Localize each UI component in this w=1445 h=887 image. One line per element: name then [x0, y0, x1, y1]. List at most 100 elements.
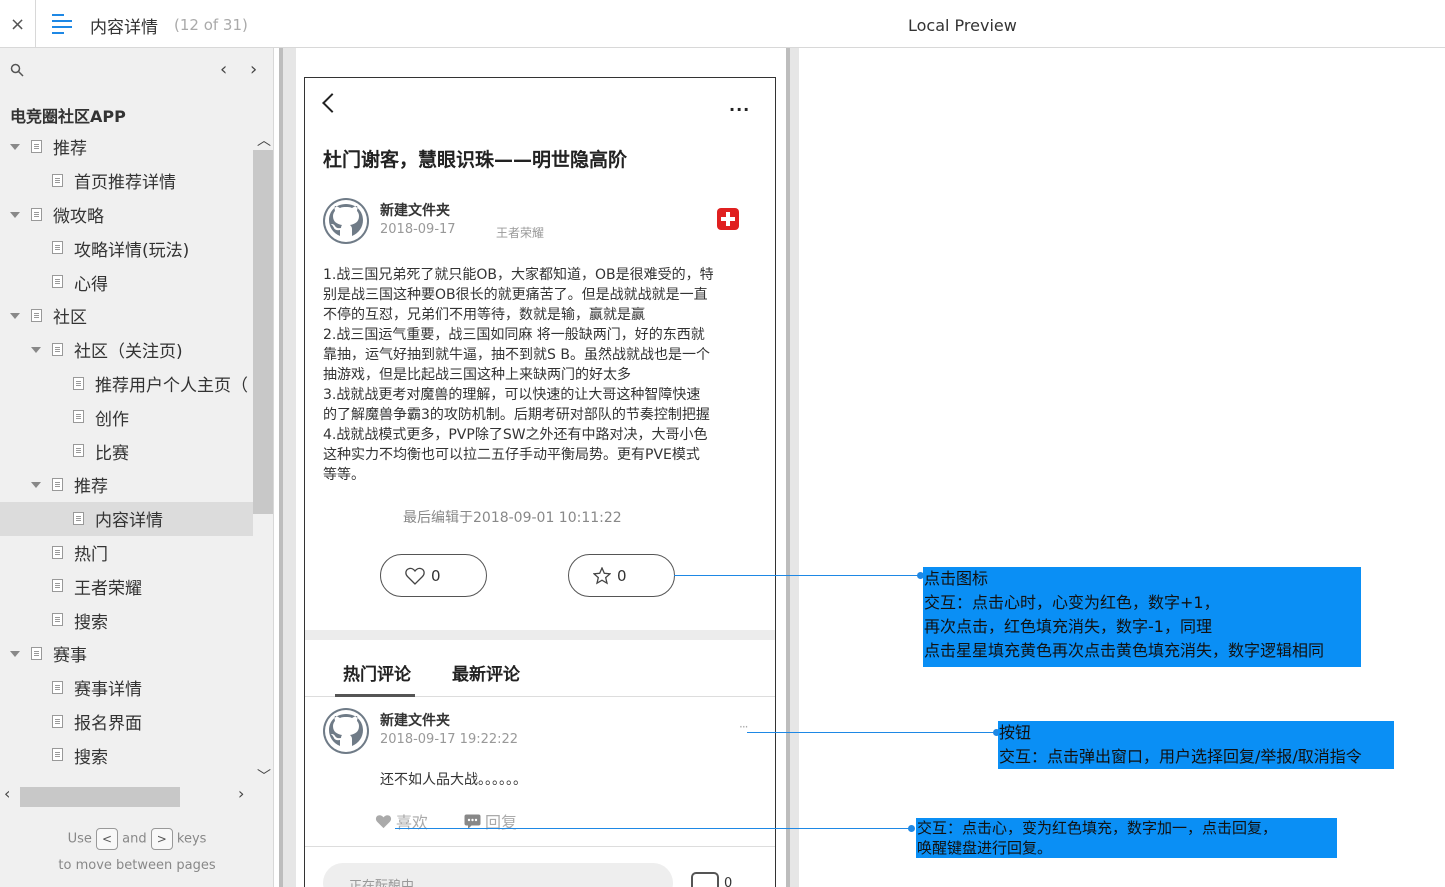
back-icon[interactable]: [322, 93, 342, 113]
author-name[interactable]: 新建文件夹: [380, 200, 450, 220]
expand-caret-icon[interactable]: [31, 481, 41, 488]
tree-item[interactable]: 报名界面: [0, 705, 253, 739]
tree-item[interactable]: 赛事详情: [0, 671, 253, 705]
tree-item[interactable]: 攻略详情(玩法): [0, 231, 253, 265]
post-date: 2018-09-17: [380, 222, 456, 237]
expand-caret-icon[interactable]: [10, 312, 20, 319]
tab-new-comments[interactable]: 最新评论: [452, 660, 520, 685]
page-icon: [52, 477, 63, 491]
expand-caret-icon[interactable]: [31, 346, 41, 353]
favorite-button[interactable]: 0: [568, 554, 675, 597]
tree-item[interactable]: 社区: [0, 299, 253, 333]
horizontal-scrollbar[interactable]: ‹ ›: [0, 784, 253, 807]
comment-reply-button[interactable]: 回复: [464, 809, 517, 833]
tree-item[interactable]: 推荐: [0, 468, 253, 502]
menu-icon[interactable]: [52, 14, 74, 34]
vertical-scrollbar[interactable]: ︿ ﹀: [253, 130, 273, 790]
expand-caret-icon[interactable]: [10, 144, 20, 150]
tree-item[interactable]: 心得: [0, 265, 253, 299]
post-body-line: 的了解魔兽争霸3的攻防机制。后期考研对部队的节奏控制把握: [323, 407, 710, 423]
post-body: 1.战三国兄弟死了就只能OB，大家都知道，OB是很难受的，特 别是战三国这种要OB…: [323, 265, 743, 485]
comment-count: 0: [724, 876, 733, 887]
github-avatar-icon: [325, 200, 367, 242]
project-name: 电竞圈社区APP: [10, 107, 126, 126]
edited-timestamp: 最后编辑于2018-09-01 10:11:22: [403, 510, 622, 526]
tree-item[interactable]: 推荐用户个人主页（: [0, 367, 253, 401]
comment-author[interactable]: 新建文件夹: [380, 710, 450, 730]
tree-item[interactable]: 热门: [0, 536, 253, 570]
comment-avatar[interactable]: [323, 708, 369, 754]
tree-item-label: 热门: [74, 544, 108, 565]
preview-canvas: ··· 杜门谢客，慧眼识珠——明世隐高阶 新建文件夹 2018-09-17 王者…: [275, 48, 1445, 887]
tree-item[interactable]: 我的（未登录): [0, 772, 253, 783]
tree-item-label: 王者荣耀: [74, 578, 142, 599]
keyboard-hint-line2: to move between pages: [58, 858, 216, 873]
scrollbar-thumb[interactable]: [20, 787, 180, 807]
next-page-icon[interactable]: ›: [250, 59, 257, 80]
tree-item[interactable]: 首页推荐详情: [0, 164, 253, 198]
tree-item[interactable]: 推荐: [0, 130, 253, 164]
tree-item-label: 搜索: [74, 612, 108, 633]
page-icon: [52, 714, 63, 728]
tree-item-label: 内容详情: [95, 511, 163, 532]
avatar[interactable]: [323, 198, 369, 244]
prev-page-icon[interactable]: ‹: [220, 59, 227, 80]
expand-caret-icon[interactable]: [10, 650, 20, 657]
comment-date: 2018-09-17 19:22:22: [380, 732, 519, 747]
annotation-more-button: 按钮 交互：点击弹出窗口，用户选择回复/举报/取消指令: [998, 721, 1394, 769]
like-button[interactable]: 0: [380, 554, 487, 597]
close-icon[interactable]: ×: [0, 0, 36, 48]
tree-item[interactable]: 创作: [0, 400, 253, 434]
post-body-line: 靠抽，运气好抽到就牛逼，抽不到就S B。虽然战就战也是一个: [323, 347, 710, 363]
annotation-comment-actions: 交互：点击心，变为红色填充，数字加一，点击回复， 唤醒键盘进行回复。: [916, 818, 1337, 858]
tab-hot-comments[interactable]: 热门评论: [343, 660, 411, 685]
comment-input[interactable]: 正在酝酿中: [323, 863, 673, 887]
expand-caret-icon[interactable]: [10, 211, 20, 218]
comment-icon[interactable]: [691, 872, 719, 887]
prev-key-icon: <: [96, 828, 118, 850]
tree-item-label: 赛事: [53, 646, 87, 667]
tree-item[interactable]: 王者荣耀: [0, 569, 253, 603]
page-icon: [52, 579, 63, 593]
search-icon[interactable]: [10, 63, 24, 77]
scroll-left-icon[interactable]: ‹: [4, 784, 10, 803]
keyboard-hint: Use < and > keys: [0, 828, 274, 850]
favorite-count: 0: [617, 566, 627, 585]
page-icon: [73, 376, 84, 390]
scroll-right-icon[interactable]: ›: [238, 784, 244, 803]
post-body-line: 不停的互怼，兄弟们不用等待，数就是输，赢就是赢: [323, 307, 645, 323]
post-tag: 王者荣耀: [496, 226, 545, 240]
preview-title: Local Preview: [908, 16, 1017, 35]
follow-add-icon[interactable]: [717, 208, 739, 230]
tree-item-label: 创作: [95, 409, 129, 430]
tree-item-label: 我的（未登录): [53, 777, 162, 783]
comment-text: 还不如人品大战。。。。。。: [380, 772, 527, 788]
sidebar: ‹ › 电竞圈社区APP 推荐 首页推荐详情 微攻略 攻略详情(玩法) 心得 社区 社区（关…: [0, 48, 274, 887]
tree-item[interactable]: 比赛: [0, 434, 253, 468]
tree-item-label: 心得: [74, 274, 108, 295]
tree-item[interactable]: 社区（关注页): [0, 333, 253, 367]
tree-item[interactable]: 赛事: [0, 637, 253, 671]
page-icon: [52, 748, 63, 762]
post-body-line: 4.战就战模式更多，PVP除了SW之外还有中路对决，大哥小色: [323, 427, 708, 443]
heart-icon: [375, 814, 392, 828]
post-body-line: 3.战就战更考对魔兽的理解，可以快速的让大哥这种智障快速: [323, 387, 701, 403]
tree-item[interactable]: 内容详情: [0, 501, 253, 536]
tree-item-label: 赛事详情: [74, 680, 142, 701]
tree-item-label: 推荐: [74, 477, 108, 498]
scroll-up-icon[interactable]: ︿: [257, 130, 271, 150]
scrollbar-thumb[interactable]: [253, 150, 273, 514]
like-count: 0: [431, 566, 441, 585]
page-icon: [31, 207, 42, 221]
tree-item[interactable]: 搜索: [0, 738, 253, 772]
tree-item-label: 报名界面: [74, 713, 142, 734]
comment-like-button[interactable]: 喜欢: [375, 809, 428, 833]
page-icon: [73, 410, 84, 424]
page-icon: [73, 511, 84, 525]
post-body-line: 1.战三国兄弟死了就只能OB，大家都知道，OB是很难受的，特: [323, 267, 714, 283]
scroll-down-icon[interactable]: ﹀: [257, 766, 271, 786]
tree-item[interactable]: 搜索: [0, 603, 253, 637]
tree-item[interactable]: 微攻略: [0, 198, 253, 232]
more-icon[interactable]: ···: [729, 100, 750, 119]
tree-item-label: 搜索: [74, 747, 108, 768]
